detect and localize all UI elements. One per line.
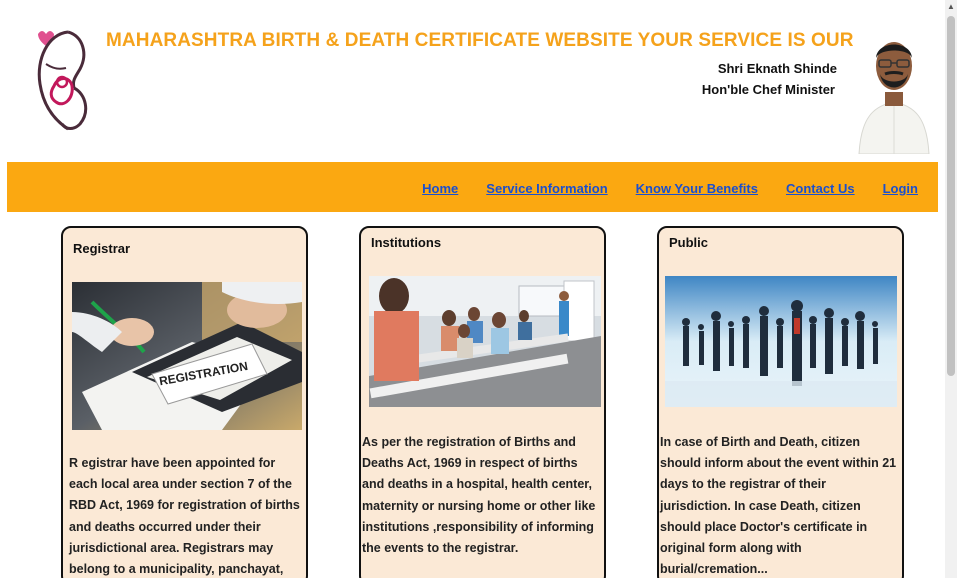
- nav-links: Home Service Information Know Your Benef…: [422, 181, 918, 196]
- nav-link-login[interactable]: Login: [883, 181, 918, 196]
- vertical-scrollbar[interactable]: ▲: [945, 0, 957, 578]
- chief-minister-photo: [855, 26, 933, 154]
- minister-name: Shri Eknath Shinde: [717, 61, 837, 76]
- site-title: MAHARASHTRA BIRTH & DEATH CERTIFICATE WE…: [106, 30, 912, 51]
- site-header: MAHARASHTRA BIRTH & DEATH CERTIFICATE WE…: [0, 0, 945, 160]
- minister-role: Hon'ble Chef Minister: [701, 82, 835, 97]
- scrollbar-thumb[interactable]: [947, 16, 955, 376]
- nav-link-service-information[interactable]: Service Information: [486, 181, 607, 196]
- card-description: As per the registration of Births and De…: [362, 435, 596, 556]
- card-title: Registrar: [73, 241, 131, 256]
- nav-link-contact-us[interactable]: Contact Us: [786, 181, 855, 196]
- card-title: Institutions: [371, 235, 442, 250]
- nav-link-home[interactable]: Home: [422, 181, 458, 196]
- registration-image: REGISTRATION: [72, 282, 302, 430]
- card-description: R egistrar have been appointed for each …: [69, 456, 300, 577]
- card-title: Public: [669, 235, 709, 250]
- registrar-card: Registrar REGISTRATION R egistrar have b…: [61, 226, 308, 578]
- crowd-image: [665, 276, 897, 407]
- mother-child-logo: [37, 30, 88, 131]
- institutions-card: Institutions As per the registration of …: [359, 226, 606, 578]
- classroom-image: [369, 276, 601, 407]
- scroll-up-arrow-icon[interactable]: ▲: [945, 0, 957, 14]
- card-description: In case of Birth and Death, citizen shou…: [660, 435, 897, 577]
- public-card: Public In case of Birth and Death, citiz…: [657, 226, 904, 578]
- main-navbar: Home Service Information Know Your Benef…: [7, 162, 938, 212]
- nav-link-know-your-benefits[interactable]: Know Your Benefits: [636, 181, 758, 196]
